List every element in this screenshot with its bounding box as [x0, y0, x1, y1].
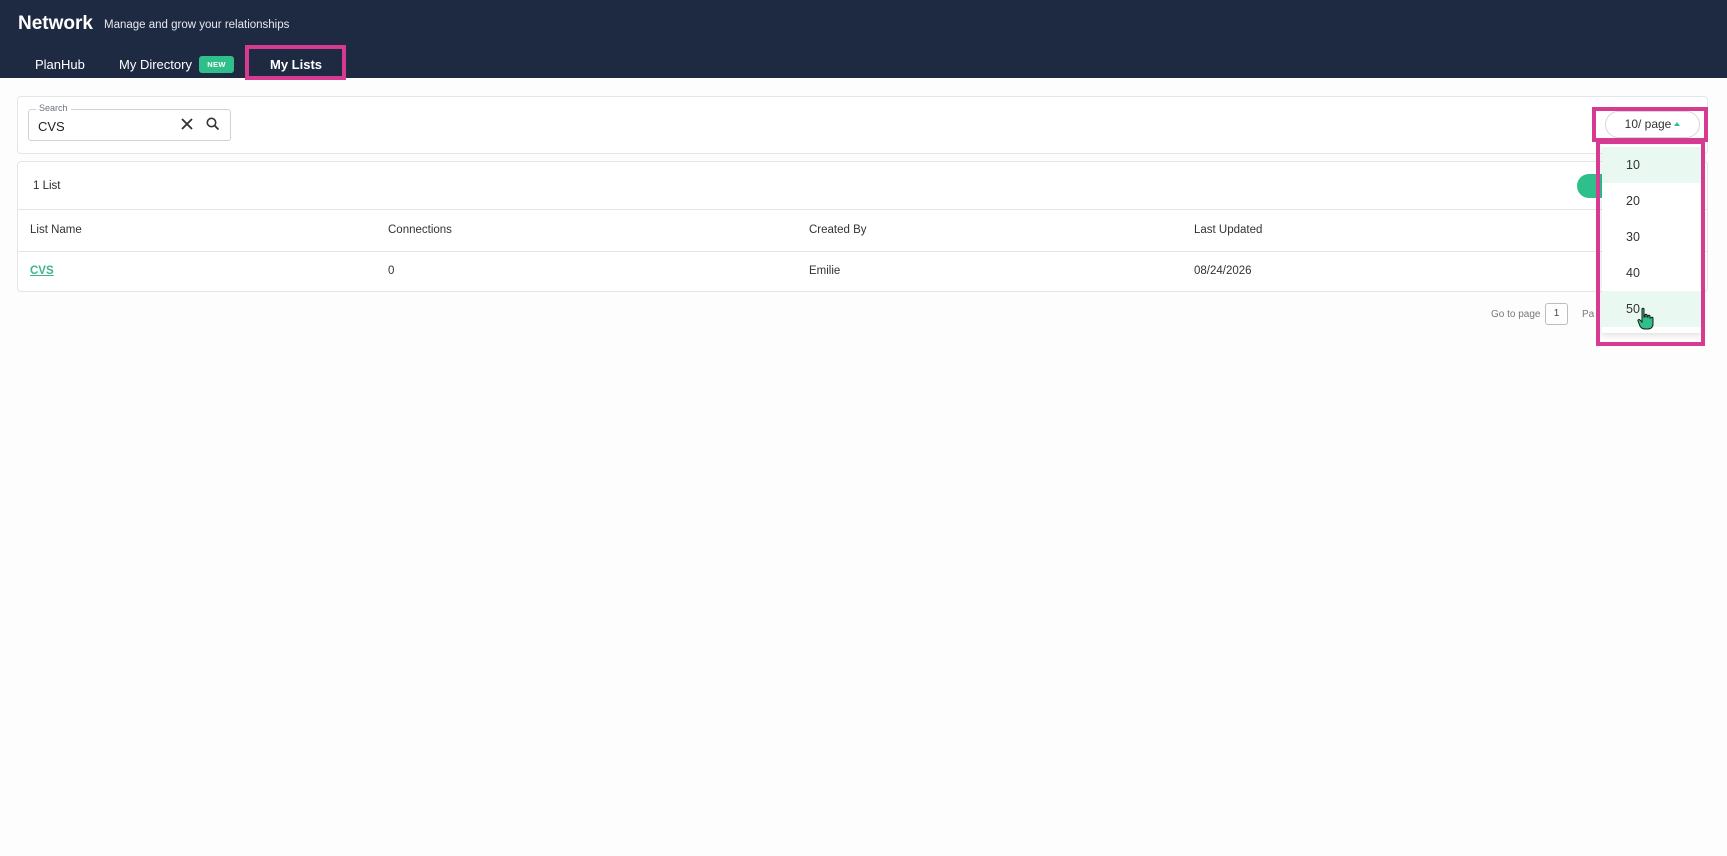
search-input[interactable] — [38, 117, 168, 135]
new-badge: NEW — [199, 56, 234, 73]
last-updated-cell: 08/24/2026 — [1194, 265, 1252, 277]
list-name-link[interactable]: CVS — [30, 265, 54, 277]
divider — [18, 209, 1707, 210]
tab-my-directory[interactable]: My Directory — [119, 57, 192, 72]
search-icon[interactable] — [204, 115, 222, 133]
column-header-created-by[interactable]: Created By — [809, 224, 867, 236]
hand-pointer-icon — [1637, 307, 1654, 330]
highlight-box-page-size — [1592, 107, 1708, 142]
highlight-box-my-lists — [245, 45, 346, 80]
page-subtitle: Manage and grow your relationships — [104, 19, 290, 31]
column-header-connections[interactable]: Connections — [388, 224, 452, 236]
close-icon[interactable] — [178, 115, 196, 133]
tab-planhub[interactable]: PlanHub — [35, 57, 85, 72]
page-title: Network — [18, 13, 93, 34]
column-header-last-updated[interactable]: Last Updated — [1194, 224, 1262, 236]
column-header-list-name[interactable]: List Name — [30, 224, 82, 236]
page-label: Pa — [1582, 309, 1595, 320]
divider — [18, 251, 1707, 252]
list-count: 1 List — [33, 180, 61, 192]
search-label: Search — [36, 103, 71, 113]
created-by-cell: Emilie — [809, 265, 841, 277]
goto-page-input[interactable]: 1 — [1545, 303, 1568, 325]
search-panel — [17, 96, 1708, 154]
connections-cell: 0 — [388, 265, 395, 277]
goto-page-label: Go to page — [1491, 309, 1541, 320]
